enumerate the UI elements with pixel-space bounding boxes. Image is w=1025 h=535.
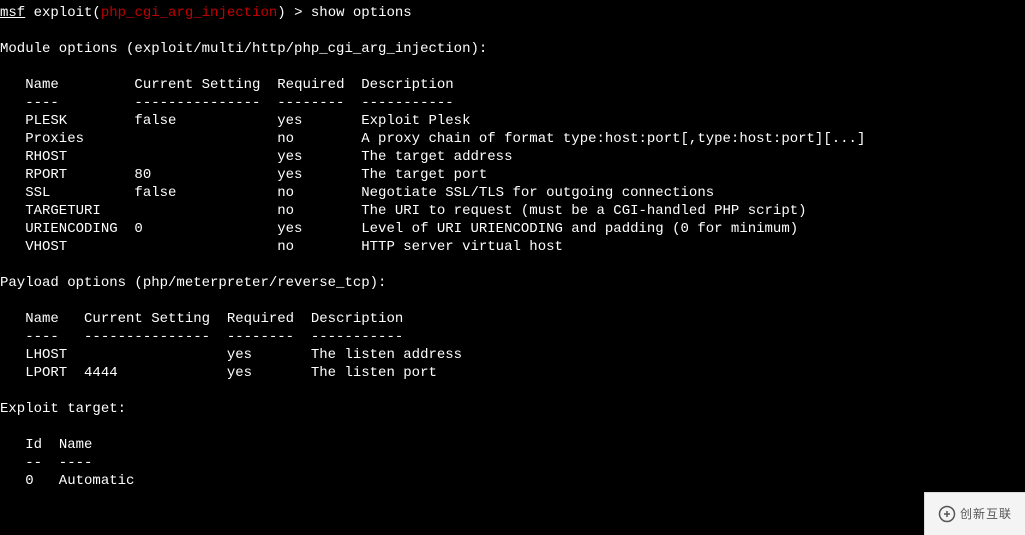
prompt-msf: msf <box>0 5 25 21</box>
target-header: Exploit target: <box>0 401 126 417</box>
prompt-pre: exploit( <box>25 5 101 21</box>
watermark-icon <box>938 505 956 523</box>
tgt-col-name: Id Name -- ---- 0 Automatic <box>0 437 134 489</box>
watermark-text: 创新互联 <box>960 505 1012 523</box>
terminal-output[interactable]: msf exploit(php_cgi_arg_injection) > sho… <box>0 0 1025 490</box>
pay-col-name: Name Current Setting Required Descriptio… <box>0 311 462 381</box>
watermark-badge: 创新互联 <box>924 492 1025 535</box>
prompt-exploit-name: php_cgi_arg_injection <box>101 5 277 21</box>
mod-col-name: Name Current Setting Required Descriptio… <box>0 77 865 255</box>
payload-header: Payload options (php/meterpreter/reverse… <box>0 275 386 291</box>
prompt-post: ) > <box>277 5 311 21</box>
module-header: Module options (exploit/multi/http/php_c… <box>0 41 487 57</box>
prompt-command: show options <box>311 5 412 21</box>
